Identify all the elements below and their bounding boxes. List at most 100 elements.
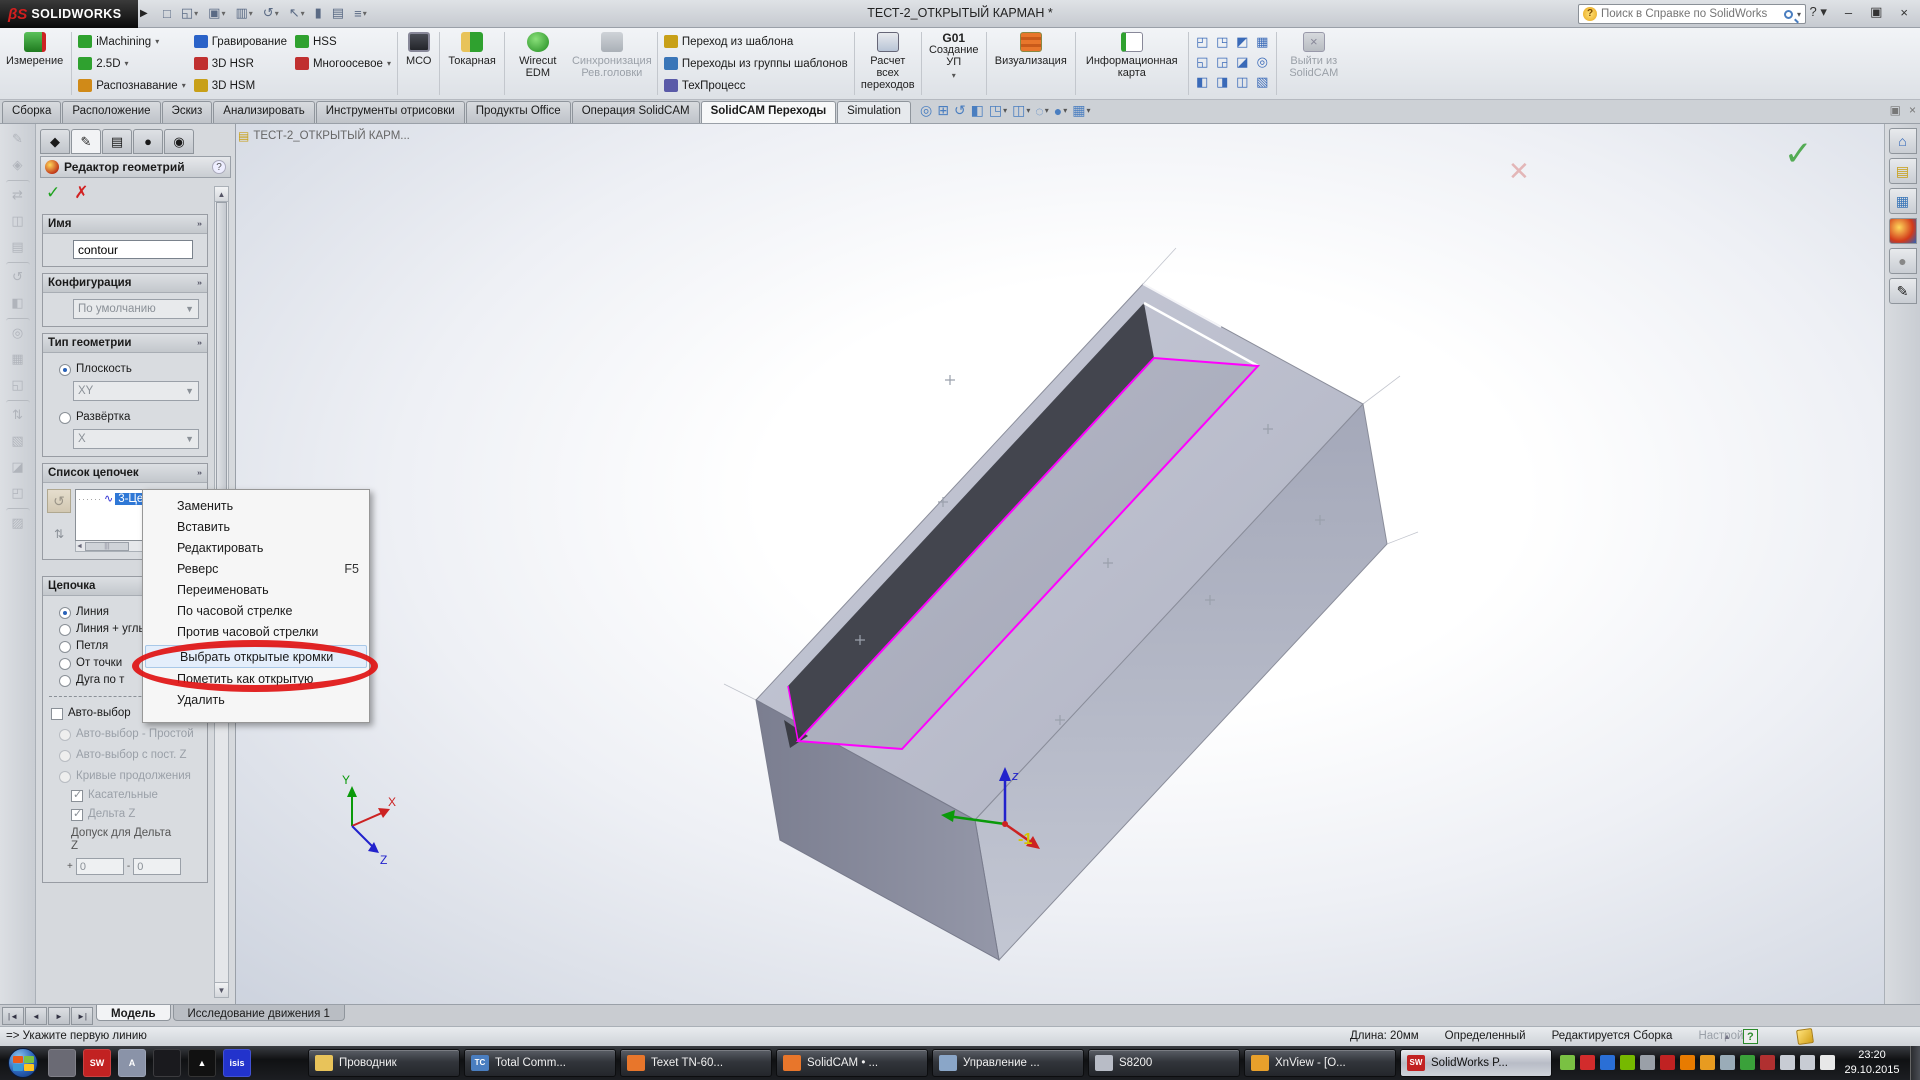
tray-icon[interactable] xyxy=(1600,1055,1615,1070)
taskbar-button[interactable]: Проводник xyxy=(308,1049,460,1077)
help-search-box[interactable]: ? ▾ xyxy=(1578,4,1806,24)
panel-tab[interactable]: ◆ xyxy=(40,129,70,154)
plane-radio[interactable]: Плоскость xyxy=(59,363,203,376)
ribbon-button[interactable]: Гравирование ▾ xyxy=(194,32,287,51)
view-cube-icon[interactable]: ◰ xyxy=(1193,33,1212,52)
auto-select-radio[interactable]: Авто-выбор - Простой xyxy=(59,728,203,741)
view-cube-icon[interactable]: ◳ xyxy=(1213,33,1232,52)
plane-select[interactable]: XY▼ xyxy=(73,381,199,401)
calculate-all-button[interactable]: Расчет всех переходов xyxy=(857,28,919,99)
view-cube-icon[interactable]: ▦ xyxy=(1253,33,1272,52)
sub-option-checkbox[interactable]: Касательные xyxy=(71,789,203,802)
ribbon-tab[interactable]: Расположение xyxy=(62,101,160,123)
taskbar-button[interactable]: Управление ... xyxy=(932,1049,1084,1077)
taskbar-button[interactable]: TC Total Comm... xyxy=(464,1049,616,1077)
dropdown-arrow-icon[interactable]: ▾ xyxy=(249,9,253,18)
ribbon-tab[interactable]: Simulation xyxy=(837,101,911,123)
taskbar-button[interactable]: S8200 xyxy=(1088,1049,1240,1077)
quick-launch-icon[interactable] xyxy=(48,1049,76,1077)
quick-access-button[interactable]: ▤ ▾ xyxy=(329,3,347,23)
quick-access-button[interactable]: ≡ ▾ xyxy=(351,4,370,23)
tolerance-minus-input[interactable] xyxy=(133,858,181,875)
quick-access-button[interactable]: ▮ ▾ xyxy=(312,3,325,23)
scroll-left-icon[interactable]: ◄ xyxy=(76,543,83,550)
quick-launch-icon[interactable]: ▲ xyxy=(188,1049,216,1077)
quick-access-button[interactable]: ◱ ▾ xyxy=(178,3,201,23)
view-tool-button[interactable]: ↺ ▾ xyxy=(954,102,966,119)
tray-icon[interactable] xyxy=(1820,1055,1835,1070)
minimize-button[interactable]: – xyxy=(1839,4,1858,21)
collapse-chevron-icon[interactable]: » xyxy=(197,279,202,291)
ribbon-button[interactable]: Распознавание ▾ xyxy=(78,76,186,95)
view-cube-icon[interactable]: ◨ xyxy=(1213,73,1232,92)
context-menu-item[interactable]: По часовой стрелке xyxy=(143,600,369,621)
geometry-name-input[interactable] xyxy=(73,240,193,259)
view-tool-button[interactable]: ◌ ▾ xyxy=(1035,103,1048,119)
sub-option-checkbox[interactable]: Дельта Z xyxy=(71,808,203,821)
panel-tab[interactable]: ◉ xyxy=(164,129,194,154)
context-menu-item[interactable]: Заменить xyxy=(143,495,369,516)
view-cube-icon[interactable]: ◧ xyxy=(1193,73,1212,92)
collapse-chevron-icon[interactable]: » xyxy=(197,339,202,351)
task-pane-tab[interactable]: ● xyxy=(1889,248,1917,274)
task-pane-tab[interactable]: ✎ xyxy=(1889,278,1917,304)
ribbon-button[interactable]: Многоосевое ▾ xyxy=(295,54,391,73)
close-button[interactable]: × xyxy=(1894,4,1914,21)
taskbar-button[interactable]: Texet TN-60... xyxy=(620,1049,772,1077)
undo-chain-button[interactable]: ↺ xyxy=(47,489,71,513)
quick-launch-icon[interactable]: SW xyxy=(83,1049,111,1077)
task-pane-tab[interactable]: ▤ xyxy=(1889,158,1917,184)
taskbar-clock[interactable]: 23:20 29.10.2015 xyxy=(1836,1048,1908,1078)
g01-generate-button[interactable]: G01 Создание УП ▾ xyxy=(924,28,984,99)
view-cube-icon[interactable]: ◎ xyxy=(1253,53,1272,72)
wirecut-button[interactable]: Wirecut EDM xyxy=(507,28,569,99)
ribbon-tab[interactable]: Сборка xyxy=(2,101,61,123)
view-cube-icon[interactable]: ◪ xyxy=(1233,53,1252,72)
quick-launch-icon[interactable]: A xyxy=(118,1049,146,1077)
tolerance-plus-input[interactable] xyxy=(76,858,124,875)
view-cube-icon[interactable]: ◱ xyxy=(1193,53,1212,72)
dropdown-arrow-icon[interactable]: ▾ xyxy=(182,81,186,90)
dropdown-arrow-icon[interactable]: ▾ xyxy=(363,9,367,18)
taskbar-button[interactable]: XnView - [O... xyxy=(1244,1049,1396,1077)
tray-icon[interactable] xyxy=(1800,1055,1815,1070)
dropdown-arrow-icon[interactable]: ▾ xyxy=(387,59,391,68)
status-tag-icon[interactable] xyxy=(1796,1028,1814,1045)
mco-button[interactable]: МСО xyxy=(400,28,437,99)
ribbon-button[interactable]: iMachining ▾ xyxy=(78,32,186,51)
dropdown-arrow-icon[interactable]: ▾ xyxy=(1026,106,1030,115)
ribbon-tab[interactable]: Эскиз xyxy=(162,101,213,123)
quick-access-button[interactable]: ▣ ▾ xyxy=(205,3,228,23)
auto-select-radio[interactable]: Авто-выбор с пост. Z xyxy=(59,749,203,762)
show-desktop-button[interactable] xyxy=(1910,1046,1920,1080)
context-menu-item[interactable]: Переименовать xyxy=(143,579,369,600)
status-help-button[interactable]: ? xyxy=(1743,1029,1758,1044)
dropdown-arrow-icon[interactable]: ▾ xyxy=(155,37,159,46)
dropdown-arrow-icon[interactable]: ▾ xyxy=(221,9,225,18)
configuration-select[interactable]: По умолчанию▼ xyxy=(73,299,199,319)
quick-access-button[interactable]: ↖ ▾ xyxy=(286,3,308,23)
ribbon-tab[interactable]: Анализировать xyxy=(213,101,314,123)
info-card-button[interactable]: Информационная карта xyxy=(1078,28,1186,99)
measure-button[interactable]: Измерение xyxy=(0,28,69,99)
tray-icon[interactable] xyxy=(1780,1055,1795,1070)
task-pane-tab[interactable]: ◱ xyxy=(1889,218,1917,244)
ribbon-tab[interactable]: Операция SolidCAM xyxy=(572,101,700,123)
quick-access-button[interactable]: ↺ ▾ xyxy=(260,3,282,23)
ribbon-tab[interactable]: SolidCAM Переходы xyxy=(701,101,837,123)
context-menu-item[interactable]: Редактировать xyxy=(143,537,369,558)
viewport-cancel-icon[interactable]: ✕ xyxy=(1508,156,1530,187)
view-tool-button[interactable]: ▦ ▾ xyxy=(1072,102,1090,119)
auto-select-radio[interactable]: Кривые продолжения xyxy=(59,770,203,783)
view-tool-button[interactable]: ◳ ▾ xyxy=(989,102,1007,119)
view-cube-icon[interactable]: ◩ xyxy=(1233,33,1252,52)
ribbon-button[interactable]: 3D HSR ▾ xyxy=(194,54,287,73)
viewport-confirm-icon[interactable]: ✓ xyxy=(1784,134,1813,174)
tray-icon[interactable] xyxy=(1660,1055,1675,1070)
taskbar-button[interactable]: SW SolidWorks P... xyxy=(1400,1049,1552,1077)
view-tool-button[interactable]: ◎ ▾ xyxy=(920,102,932,119)
tray-icon[interactable] xyxy=(1640,1055,1655,1070)
view-cube-icon[interactable]: ▧ xyxy=(1253,73,1272,92)
ribbon-button[interactable]: HSS ▾ xyxy=(295,32,391,51)
confirm-button[interactable]: ✓ xyxy=(46,183,60,203)
